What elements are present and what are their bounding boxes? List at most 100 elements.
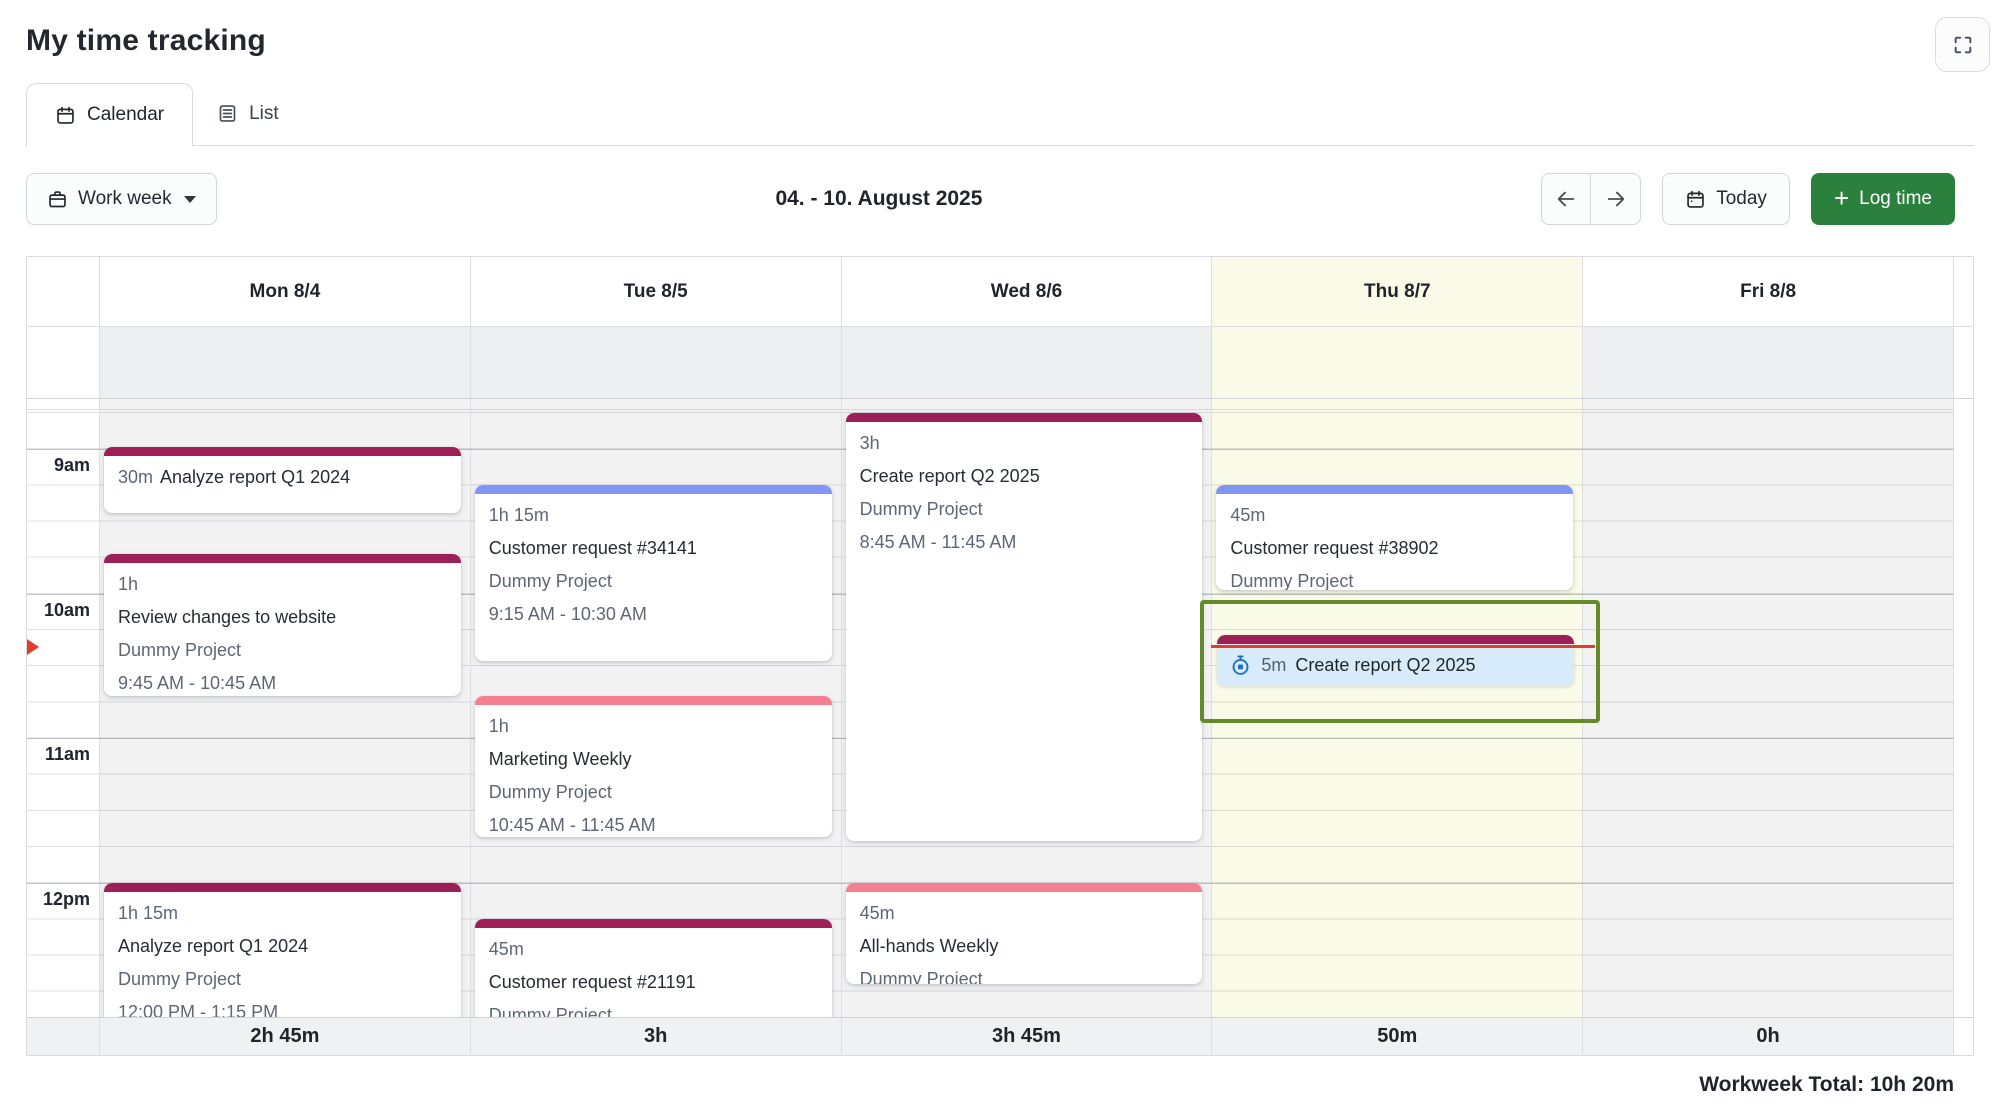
event-color-bar [104, 554, 461, 563]
toolbar-right-group: Today + Log time [1541, 173, 1955, 225]
day-total-wed: 3h 45m [841, 1018, 1212, 1055]
day-column-fri[interactable] [1582, 399, 1953, 1017]
event-body: 30m Analyze report Q1 2024 [104, 456, 461, 494]
plus-icon: + [1834, 185, 1849, 211]
event-title: Customer request #21191 [489, 966, 818, 999]
event-duration: 30m [118, 467, 153, 487]
day-column-tue[interactable]: 1h 15mCustomer request #34141Dummy Proje… [470, 399, 841, 1017]
event-color-bar [1217, 635, 1574, 644]
page-title: My time tracking [26, 0, 1974, 58]
day-header-fri: Fri 8/8 [1582, 257, 1953, 326]
event-card[interactable]: 1h 15mAnalyze report Q1 2024Dummy Projec… [104, 883, 461, 1017]
day-header-row: Mon 8/4 Tue 8/5 Wed 8/6 Thu 8/7 Fri 8/8 [27, 257, 1973, 327]
event-card[interactable]: 1hReview changes to websiteDummy Project… [104, 554, 461, 696]
today-button[interactable]: Today [1662, 173, 1790, 225]
current-time-arrow [27, 639, 39, 655]
event-duration: 1h 15m [118, 897, 447, 930]
event-duration: 1h [118, 568, 447, 601]
event-project: Dummy Project [860, 493, 1189, 526]
week-nav-group [1541, 173, 1641, 225]
event-card[interactable]: 45mAll-hands WeeklyDummy Project [846, 883, 1203, 984]
previous-week-button[interactable] [1541, 173, 1591, 225]
event-duration: 1h [489, 710, 818, 743]
event-title: All-hands Weekly [860, 930, 1189, 963]
day-total-fri: 0h [1582, 1018, 1953, 1055]
day-totals-row: 2h 45m 3h 3h 45m 50m 0h [27, 1017, 1973, 1055]
event-duration: 45m [489, 933, 818, 966]
day-header-mon: Mon 8/4 [99, 257, 470, 326]
all-day-row [27, 327, 1973, 399]
totals-gutter [27, 1018, 99, 1055]
event-time-range: 12:00 PM - 1:15 PM [118, 996, 447, 1017]
event-color-bar [104, 447, 461, 456]
event-title: Analyze report Q1 2024 [160, 467, 350, 487]
event-project: Dummy Project [489, 776, 818, 809]
fullscreen-button[interactable] [1935, 17, 1990, 72]
list-icon [217, 103, 238, 124]
all-day-cell-mon[interactable] [99, 327, 470, 398]
view-mode-dropdown[interactable]: Work week [26, 173, 217, 225]
event-body: 3hCreate report Q2 2025Dummy Project8:45… [846, 422, 1203, 559]
event-card[interactable]: 45mCustomer request #21191Dummy Project [475, 919, 832, 1017]
scrollbar-gutter [1953, 257, 1973, 326]
event-body: 1hReview changes to websiteDummy Project… [104, 563, 461, 696]
event-card[interactable]: 30m Analyze report Q1 2024 [104, 447, 461, 513]
event-project: Dummy Project [118, 634, 447, 667]
time-label-11am: 11am [45, 744, 90, 765]
all-day-cell-wed[interactable] [841, 327, 1212, 398]
current-time-line [1211, 645, 1595, 648]
event-duration: 3h [860, 427, 1189, 460]
event-card[interactable]: 45mCustomer request #38902Dummy Project [1216, 485, 1573, 590]
day-column-thu[interactable]: 5m Create report Q2 2025 45mCustomer req… [1211, 399, 1582, 1017]
time-tracking-page: My time tracking Calendar List [26, 0, 1974, 1097]
all-day-cell-thu[interactable] [1211, 327, 1582, 398]
tab-list[interactable]: List [193, 82, 303, 145]
log-time-label: Log time [1859, 188, 1932, 210]
event-project: Dummy Project [1230, 565, 1559, 590]
event-color-bar [846, 413, 1203, 422]
event-color-bar [475, 485, 832, 494]
next-week-button[interactable] [1591, 173, 1641, 225]
view-tabs: Calendar List [26, 83, 1974, 146]
event-color-bar [475, 696, 832, 705]
time-grid: 9am 10am 11am 12pm 30mAnalyze report Q1 … [27, 399, 1973, 1017]
event-card[interactable]: 3hCreate report Q2 2025Dummy Project8:45… [846, 413, 1203, 841]
tab-calendar[interactable]: Calendar [26, 83, 193, 146]
day-total-mon: 2h 45m [99, 1018, 470, 1055]
log-time-button[interactable]: + Log time [1811, 173, 1955, 225]
fullscreen-icon [1952, 34, 1974, 56]
event-title: Customer request #34141 [489, 532, 818, 565]
event-card[interactable]: 1hMarketing WeeklyDummy Project10:45 AM … [475, 696, 832, 837]
arrow-left-icon [1555, 188, 1577, 210]
event-body: 45mCustomer request #38902Dummy Project [1216, 494, 1573, 590]
day-header-wed: Wed 8/6 [841, 257, 1212, 326]
event-body: 1h 15mAnalyze report Q1 2024Dummy Projec… [104, 892, 461, 1017]
event-project: Dummy Project [489, 999, 818, 1017]
event-time-range: 10:45 AM - 11:45 AM [489, 809, 818, 837]
all-day-gutter [27, 327, 99, 398]
scrollbar-gutter [1953, 327, 1973, 398]
all-day-cell-tue[interactable] [470, 327, 841, 398]
event-title: Create report Q2 2025 [860, 460, 1189, 493]
day-header-tue: Tue 8/5 [470, 257, 841, 326]
calendar-grid: Mon 8/4 Tue 8/5 Wed 8/6 Thu 8/7 Fri 8/8 … [26, 256, 1974, 1056]
time-label-9am: 9am [54, 455, 90, 476]
today-button-label: Today [1716, 188, 1767, 210]
scrollbar-gutter [1953, 1018, 1973, 1055]
event-body: 1hMarketing WeeklyDummy Project10:45 AM … [475, 705, 832, 837]
event-duration: 45m [860, 897, 1189, 930]
date-range-title: 04. - 10. August 2025 [217, 187, 1542, 211]
calendar-toolbar: Work week 04. - 10. August 2025 [26, 173, 1955, 225]
day-column-wed[interactable]: 3hCreate report Q2 2025Dummy Project8:45… [841, 399, 1212, 1017]
event-title: Analyze report Q1 2024 [118, 930, 447, 963]
event-card[interactable]: 1h 15mCustomer request #34141Dummy Proje… [475, 485, 832, 661]
event-body: 1h 15mCustomer request #34141Dummy Proje… [475, 494, 832, 631]
event-title: Marketing Weekly [489, 743, 818, 776]
stopwatch-icon [1229, 654, 1252, 677]
running-timer-event[interactable]: 5m Create report Q2 2025 [1217, 635, 1574, 686]
chevron-down-icon [184, 196, 196, 203]
timer-event-title: Create report Q2 2025 [1295, 655, 1475, 676]
day-column-mon[interactable]: 30m Analyze report Q1 2024 1hReview change… [99, 399, 470, 1017]
event-inline-row: 30m Analyze report Q1 2024 [118, 461, 447, 494]
all-day-cell-fri[interactable] [1582, 327, 1953, 398]
